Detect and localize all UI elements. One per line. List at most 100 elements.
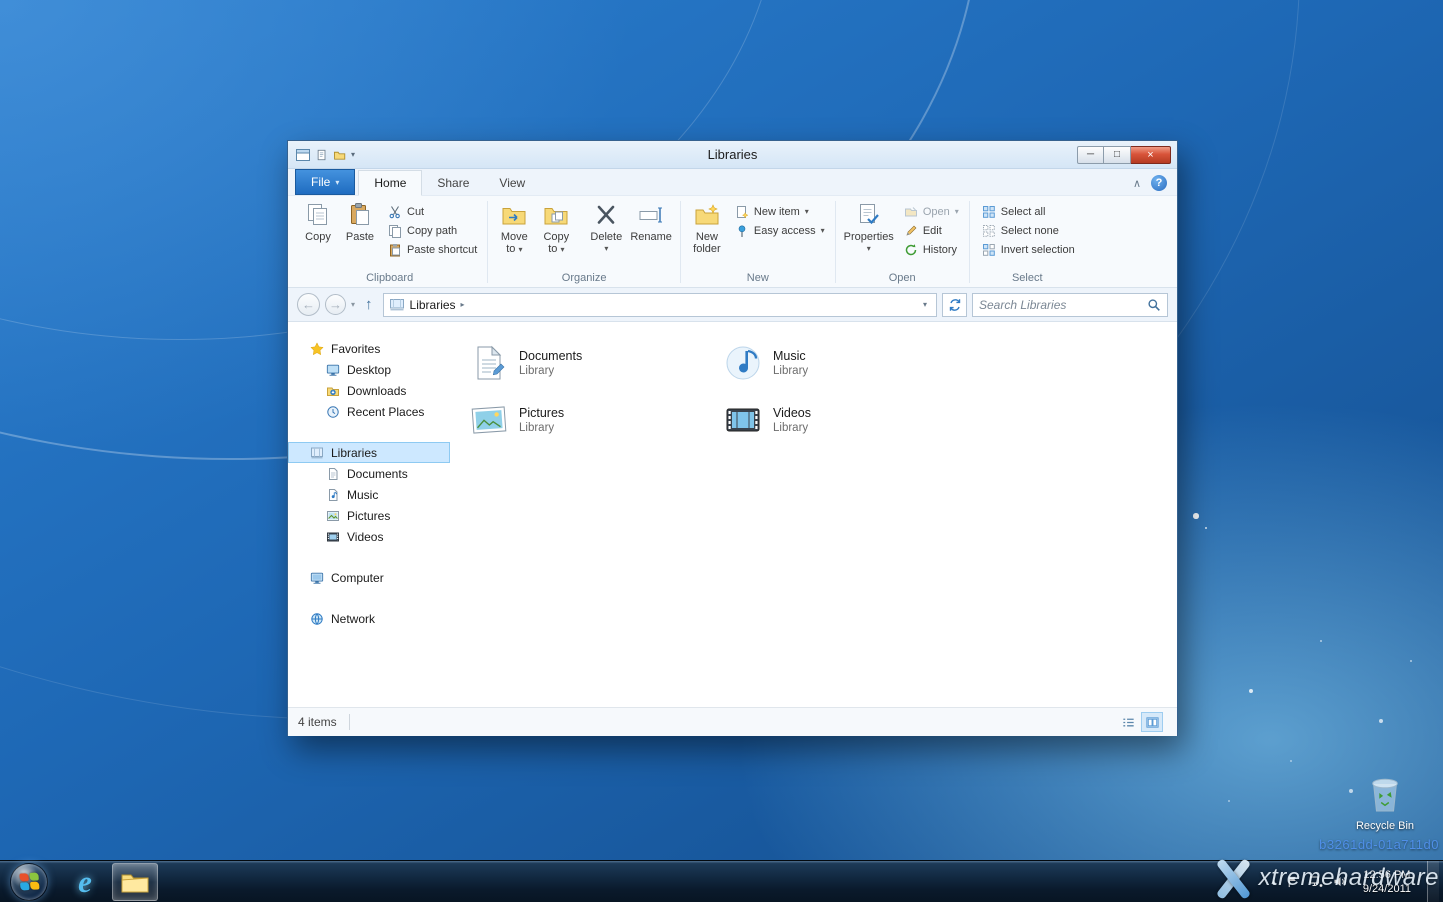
copy-path-button[interactable]: Copy path — [383, 221, 482, 240]
easy-access-button[interactable]: Easy access ▾ — [730, 221, 830, 240]
details-view-button[interactable] — [1117, 712, 1139, 732]
copy-icon — [305, 202, 331, 228]
minimize-ribbon-icon[interactable]: ∧ — [1133, 177, 1141, 190]
library-type: Library — [519, 421, 555, 434]
sidebar-item-desktop[interactable]: Desktop — [288, 359, 450, 380]
build-string: b3261dd-01a711d0 — [1319, 837, 1439, 852]
videos-icon — [326, 530, 340, 544]
title-bar[interactable]: Libraries ▾ ─ □ × — [288, 141, 1177, 169]
taskbar-item-internet-explorer[interactable]: e — [62, 863, 108, 901]
hidden-icons-button[interactable]: ▴ — [1271, 876, 1276, 887]
move-to-button[interactable]: Move to ▾ — [493, 199, 535, 256]
sidebar-item-downloads[interactable]: Downloads — [288, 380, 450, 401]
delete-label: Delete — [590, 231, 623, 243]
desktop-label: Desktop — [347, 362, 392, 377]
paste-button[interactable]: Paste — [339, 199, 381, 243]
help-icon[interactable]: ? — [1151, 175, 1167, 191]
new-item-icon — [735, 205, 749, 219]
internet-explorer-icon: e — [78, 864, 92, 899]
history-button[interactable]: History — [899, 240, 964, 259]
sidebar-item-pictures[interactable]: Pictures — [288, 505, 450, 526]
tab-home[interactable]: Home — [358, 170, 423, 196]
history-icon — [904, 243, 918, 257]
open-button[interactable]: Open ▾ — [899, 202, 964, 221]
back-button[interactable]: ← — [297, 293, 320, 316]
network-tray-icon[interactable] — [1309, 875, 1323, 888]
sidebar-item-network[interactable]: Network — [288, 608, 450, 629]
cut-button[interactable]: Cut — [383, 202, 482, 221]
invert-selection-button[interactable]: Invert selection — [977, 240, 1080, 259]
taskbar-item-file-explorer[interactable] — [112, 862, 158, 901]
clock-date: 9/24/2011 — [1362, 882, 1411, 895]
start-button[interactable] — [10, 862, 48, 901]
paste-icon — [347, 202, 373, 228]
tab-view[interactable]: View — [484, 171, 540, 195]
select-all-label: Select all — [1000, 205, 1046, 218]
library-tile-pictures[interactable]: Pictures Library — [468, 391, 722, 448]
qat-properties-icon[interactable] — [316, 149, 328, 161]
recycle-bin[interactable]: Recycle Bin — [1355, 772, 1415, 832]
sidebar-item-favorites[interactable]: Favorites — [288, 338, 450, 359]
library-name: Videos — [773, 405, 811, 420]
sidebar-item-documents[interactable]: Documents — [288, 463, 450, 484]
maximize-button[interactable]: □ — [1104, 145, 1131, 164]
volume-tray-icon[interactable] — [1333, 875, 1347, 888]
sidebar-item-computer[interactable]: Computer — [288, 567, 450, 588]
address-bar[interactable]: Libraries ▸ ▾ — [382, 292, 937, 317]
paste-shortcut-label: Paste shortcut — [407, 243, 478, 256]
paste-shortcut-button[interactable]: Paste shortcut — [383, 240, 482, 259]
select-none-button[interactable]: Select none — [977, 221, 1080, 240]
delete-button[interactable]: Delete ▾ — [585, 199, 627, 255]
dropdown-icon: ▾ — [954, 207, 959, 216]
library-name: Documents — [519, 348, 583, 363]
forward-button[interactable]: → — [325, 294, 346, 315]
library-tile-music[interactable]: Music Library — [722, 334, 976, 391]
open-label: Open — [922, 205, 950, 218]
paste-shortcut-icon — [388, 243, 402, 257]
rename-button[interactable]: Rename — [627, 199, 675, 243]
up-button[interactable]: ↑ — [360, 296, 378, 313]
easy-access-icon — [735, 224, 749, 238]
sidebar-item-music[interactable]: Music — [288, 484, 450, 505]
refresh-button[interactable] — [942, 292, 967, 317]
select-all-button[interactable]: Select all — [977, 202, 1080, 221]
recent-pages-dropdown-icon[interactable]: ▾ — [351, 300, 355, 309]
address-dropdown-icon[interactable]: ▾ — [919, 300, 931, 309]
action-center-flag-icon[interactable] — [1286, 875, 1299, 888]
dropdown-icon: ▾ — [820, 226, 825, 235]
library-tile-documents[interactable]: Documents Library — [468, 334, 722, 391]
tab-share[interactable]: Share — [422, 171, 484, 195]
show-desktop-button[interactable] — [1427, 861, 1439, 902]
new-item-button[interactable]: New item ▾ — [730, 202, 830, 221]
network-icon — [310, 612, 324, 626]
sidebar-item-videos[interactable]: Videos — [288, 526, 450, 547]
copy-to-button[interactable]: Copy to ▾ — [535, 199, 577, 256]
move-to-icon — [501, 202, 527, 228]
qat-customize-icon[interactable]: ▾ — [351, 150, 355, 159]
taskbar-clock[interactable]: 12:56 PM 9/24/2011 — [1357, 868, 1417, 896]
sidebar-item-libraries[interactable]: Libraries — [288, 442, 450, 463]
properties-button[interactable]: Properties ▾ — [841, 199, 897, 255]
search-input[interactable] — [979, 297, 1147, 312]
new-folder-button[interactable]: New folder — [686, 199, 728, 255]
close-button[interactable]: × — [1131, 145, 1171, 164]
search-icon[interactable] — [1147, 298, 1161, 312]
new-folder-label-2: folder — [693, 243, 721, 255]
qat-new-folder-icon[interactable] — [333, 149, 346, 161]
taskbar: e ▴ 12:56 PM 9/24/2011 — [0, 860, 1443, 902]
sidebar-item-recent-places[interactable]: Recent Places — [288, 401, 450, 422]
properties-icon — [856, 202, 882, 228]
select-all-icon — [982, 205, 996, 219]
thumbnails-view-button[interactable] — [1141, 712, 1163, 732]
minimize-button[interactable]: ─ — [1077, 145, 1104, 164]
copy-button[interactable]: Copy — [297, 199, 339, 243]
copy-to-label-1: Copy — [543, 231, 570, 243]
breadcrumb-root[interactable]: Libraries — [410, 298, 456, 312]
edit-button[interactable]: Edit — [899, 221, 964, 240]
library-tile-videos[interactable]: Videos Library — [722, 391, 976, 448]
breadcrumb-arrow-icon[interactable]: ▸ — [461, 300, 465, 309]
dropdown-icon: ▾ — [518, 245, 523, 254]
pictures-icon — [326, 509, 340, 523]
tab-file[interactable]: File ▾ — [295, 169, 356, 195]
search-box[interactable] — [972, 292, 1168, 317]
